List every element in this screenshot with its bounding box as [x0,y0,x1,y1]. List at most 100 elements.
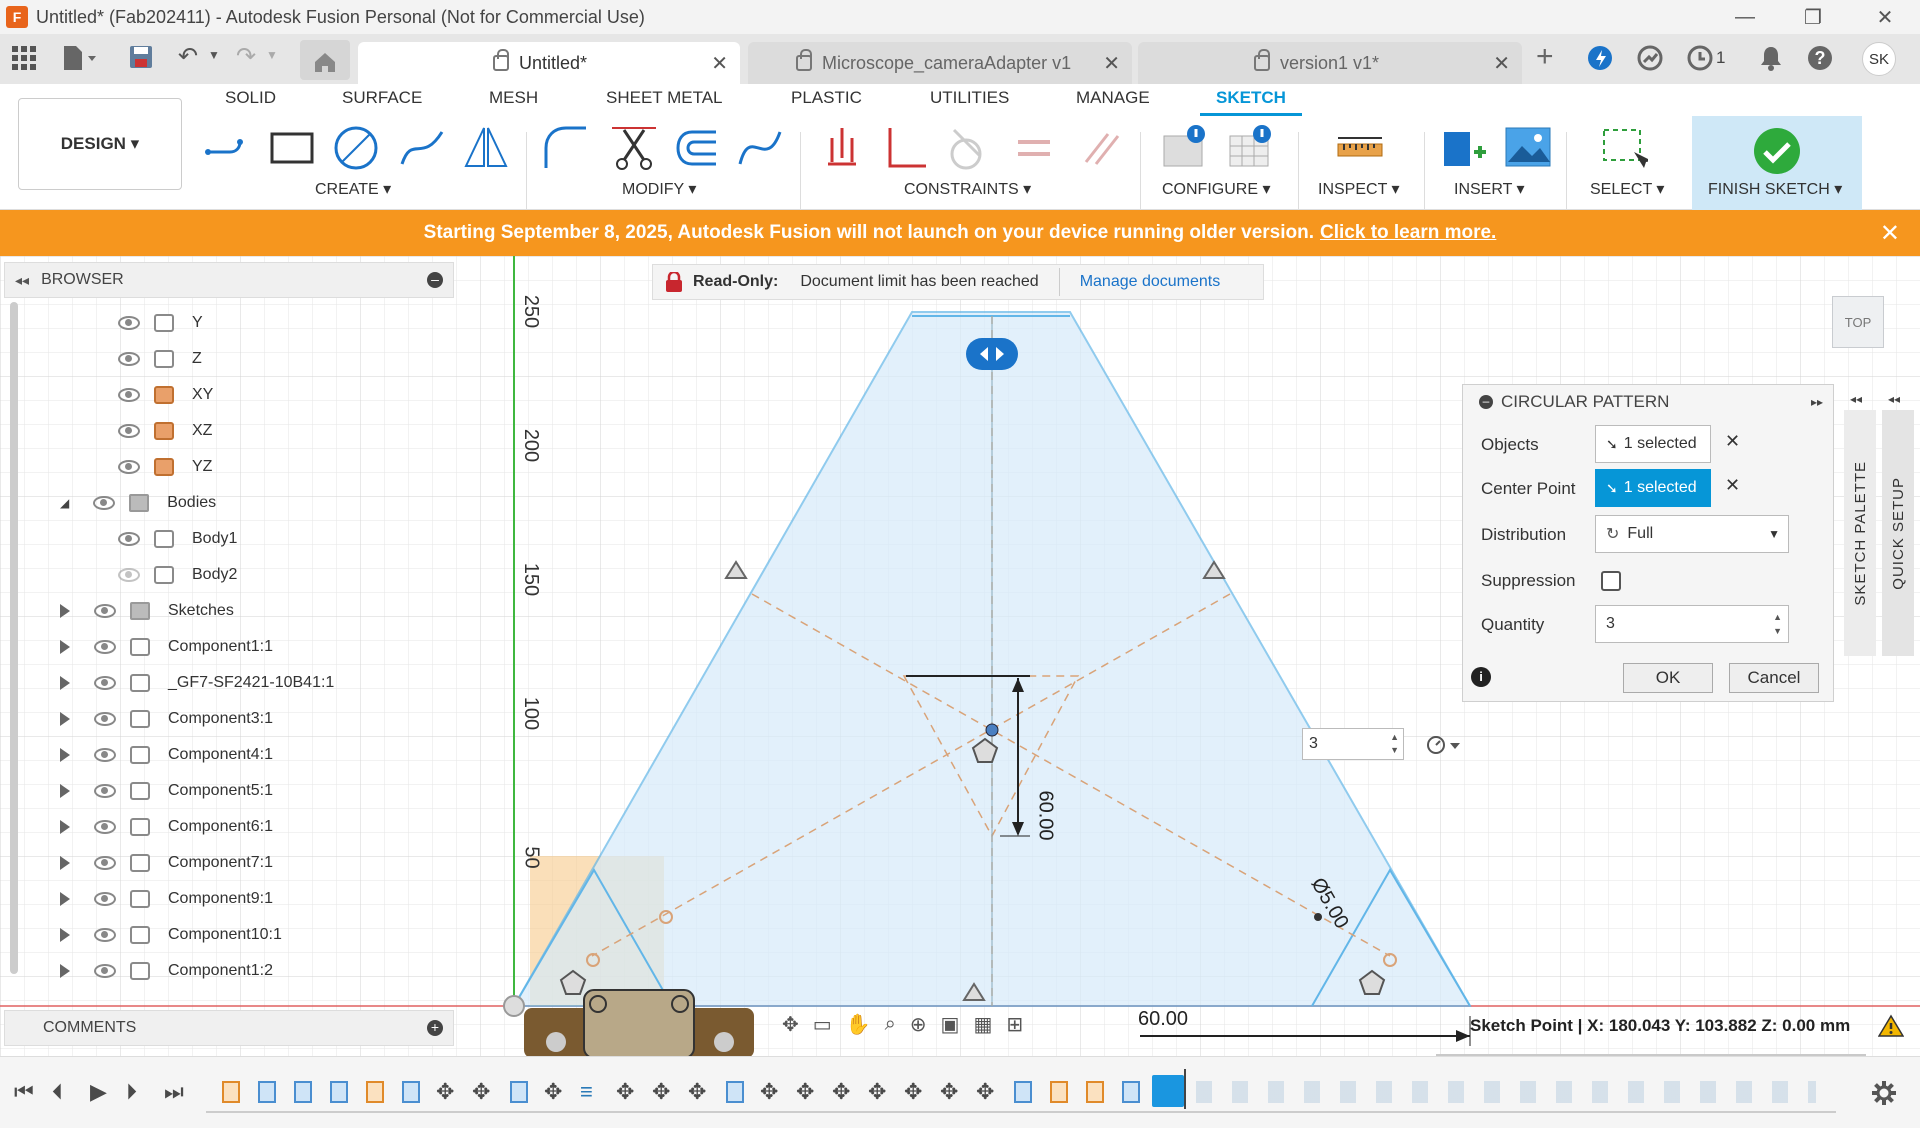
restore-button[interactable]: ❐ [1778,0,1848,34]
info-icon[interactable]: i [1471,667,1491,687]
timeline-move-icon[interactable]: ✥ [544,1079,562,1105]
extensions-icon[interactable] [1586,44,1614,72]
fit-icon[interactable]: ⊕ [910,1012,927,1037]
center-point[interactable] [985,723,999,737]
timeline-move-icon[interactable]: ✥ [688,1079,706,1105]
circle-tool-icon[interactable] [332,124,380,172]
timeline-settings-gear-icon[interactable] [1870,1079,1898,1107]
visibility-eye-icon[interactable] [118,424,140,438]
visibility-eye-icon[interactable] [94,856,116,870]
learn-more-link[interactable]: Click to learn more. [1320,222,1496,244]
rotation-direction-icon[interactable] [1424,732,1464,758]
display-settings-icon[interactable]: ▣ [941,1012,960,1037]
expand-quick-setup-icon[interactable]: ◂◂ [1888,392,1900,406]
timeline-feature-icon[interactable] [1122,1081,1140,1103]
redo-icon[interactable]: ↷ [236,42,256,71]
expanded-arrow-icon[interactable]: ◢ [60,496,69,510]
fillet-tool-icon[interactable] [542,124,590,172]
tab-untitled[interactable]: Untitled* ✕ [358,42,740,84]
cancel-button[interactable]: Cancel [1729,663,1819,693]
pan-icon[interactable]: ✋ [846,1012,871,1037]
close-tab-icon[interactable]: ✕ [711,51,728,76]
expand-arrow-icon[interactable] [60,964,70,978]
expand-arrow-icon[interactable] [60,640,70,654]
ok-button[interactable]: OK [1623,663,1713,693]
finish-sketch-button[interactable]: FINISH SKETCH ▾ [1692,116,1862,210]
rectangle-tool-icon[interactable] [268,124,316,172]
perpendicular-constraint-icon[interactable] [882,124,930,172]
browser-item-component9[interactable]: Component9:1 [60,882,273,916]
expand-arrow-icon[interactable] [60,676,70,690]
quantity-spinner-icon[interactable]: ▲ ▼ [1390,731,1399,757]
expand-sketch-palette-icon[interactable]: ◂◂ [1850,392,1862,406]
expand-arrow-icon[interactable] [60,712,70,726]
configure-table-icon[interactable] [1160,124,1208,172]
visibility-eye-icon[interactable] [94,784,116,798]
home-button[interactable] [300,40,350,80]
job-status-icon[interactable] [1686,44,1714,72]
timeline-suppressed-features[interactable] [1196,1081,1816,1103]
file-menu-icon[interactable] [62,44,98,72]
browser-item-y[interactable]: Y [118,306,203,340]
browser-item-body1[interactable]: Body1 [118,522,237,556]
timeline-move-icon[interactable]: ✥ [436,1079,454,1105]
step-back-icon[interactable]: ⏴ [52,1079,63,1105]
browser-item-gf7[interactable]: _GF7-SF2421-10B41:1 [60,666,334,700]
redo-dropdown-icon[interactable]: ▼ [266,48,278,62]
ribbon-tab-mesh[interactable]: MESH [489,88,538,108]
configure-rules-icon[interactable] [1226,124,1274,172]
browser-item-bodies[interactable]: ◢ Bodies [60,486,216,520]
center-point-selection[interactable]: ➘ 1 selected [1595,469,1711,507]
new-tab-icon[interactable]: + [1536,40,1554,74]
visibility-eye-icon[interactable] [118,316,140,330]
browser-item-component7[interactable]: Component7:1 [60,846,273,880]
timeline-feature-icon[interactable] [510,1081,528,1103]
tab-microscope-camera-adapter[interactable]: Microscope_cameraAdapter v1 ✕ [748,42,1132,84]
viewports-icon[interactable]: ⊞ [1006,1012,1023,1037]
expand-arrow-icon[interactable] [60,928,70,942]
mirror-tool-icon[interactable] [462,124,510,172]
timeline-feature-icon[interactable] [1050,1081,1068,1103]
undo-icon[interactable]: ↶ [178,42,198,71]
close-tab-icon[interactable]: ✕ [1103,51,1120,76]
step-forward-icon[interactable]: ⏵ [126,1079,137,1105]
orbit-icon[interactable]: ✥ [782,1012,799,1037]
quantity-stepper[interactable]: 3 ▲ ▼ [1595,605,1789,643]
warning-icon[interactable] [1878,1014,1904,1038]
expand-arrow-icon[interactable] [60,820,70,834]
tangent-constraint-icon[interactable] [944,124,992,172]
minimize-button[interactable]: — [1710,0,1780,34]
ribbon-tab-solid[interactable]: SOLID [225,88,276,108]
timeline-marker[interactable] [1184,1069,1186,1109]
timeline-move-icon[interactable]: ✥ [904,1079,922,1105]
expand-arrow-icon[interactable] [60,784,70,798]
configure-menu[interactable]: CONFIGURE ▾ [1162,179,1270,199]
equal-constraint-icon[interactable] [1010,124,1058,172]
expand-dialog-icon[interactable]: ▸▸ [1811,395,1823,409]
browser-scrollbar[interactable] [10,302,18,974]
horizontal-dimension[interactable]: 60.00 [1138,1008,1188,1031]
visibility-eye-icon[interactable] [118,532,140,546]
timeline-feature-icon[interactable] [294,1081,312,1103]
visibility-eye-icon[interactable] [94,964,116,978]
view-cube[interactable]: TOP [1832,296,1884,348]
timeline-current-sketch-icon[interactable] [1152,1075,1184,1107]
timeline-feature-icon[interactable] [330,1081,348,1103]
ribbon-tab-manage[interactable]: MANAGE [1076,88,1150,108]
inline-quantity-input[interactable]: 3 ▲ ▼ [1302,728,1404,760]
undo-dropdown-icon[interactable]: ▼ [208,48,220,62]
browser-item-component6[interactable]: Component6:1 [60,810,273,844]
close-tab-icon[interactable]: ✕ [1493,51,1510,76]
visibility-eye-icon[interactable] [94,640,116,654]
timeline-move-icon[interactable]: ✥ [940,1079,958,1105]
browser-item-sketches[interactable]: Sketches [60,594,234,628]
distribution-select[interactable]: ↻ Full ▼ [1595,515,1789,553]
visibility-eye-icon[interactable] [94,748,116,762]
timeline-move-icon[interactable]: ✥ [832,1079,850,1105]
save-icon[interactable] [128,44,154,70]
quantity-spinner-icon[interactable]: ▲ ▼ [1773,610,1782,638]
clear-objects-icon[interactable]: ✕ [1725,431,1740,452]
timeline-feature-icon[interactable] [726,1081,744,1103]
hidden-eye-icon[interactable] [118,568,140,582]
timeline-feature-icon[interactable] [402,1081,420,1103]
